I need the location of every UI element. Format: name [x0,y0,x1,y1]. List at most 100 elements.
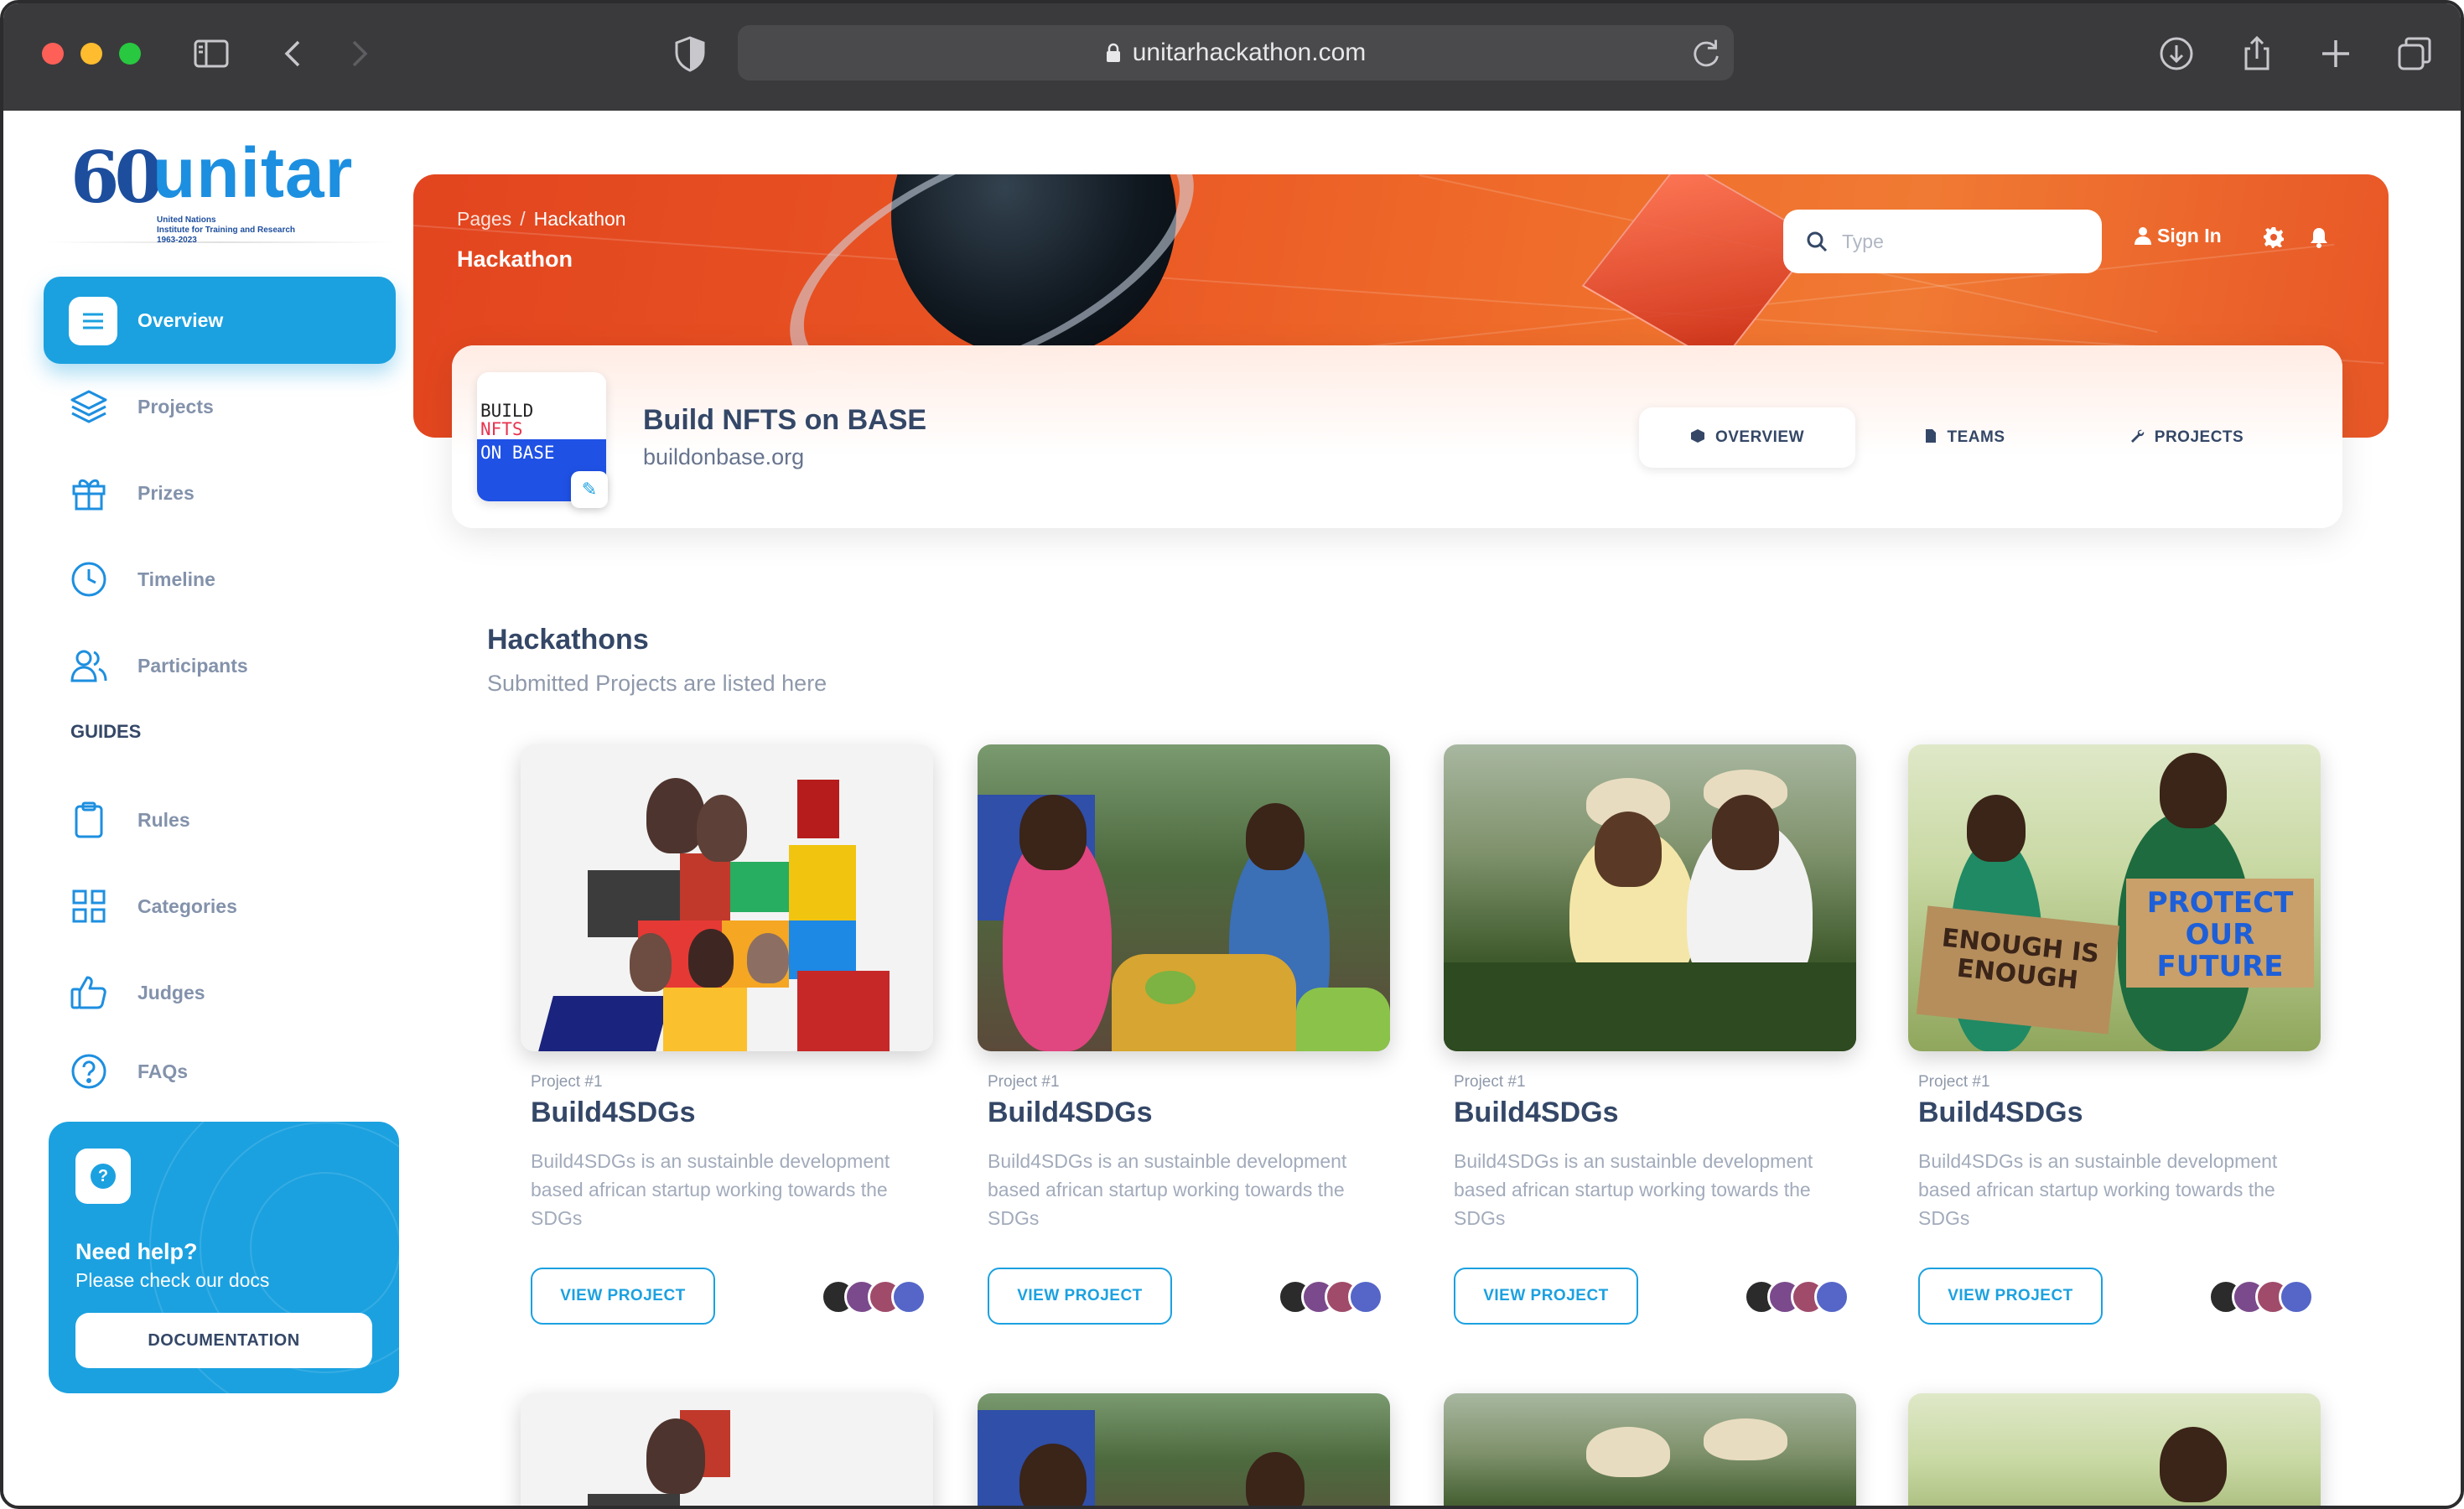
project-title: Build4SDGs [1918,1097,2083,1128]
documentation-button[interactable]: DOCUMENTATION [75,1313,372,1368]
avatar-text-line: ON BASE [480,443,555,463]
clock-icon [69,559,109,599]
hackathon-name: Build NFTS on BASE [643,404,927,436]
grid-icon [69,886,109,926]
breadcrumb-pages[interactable]: Pages [457,208,511,230]
help-icon-glyph: ? [91,1164,116,1189]
hackathon-url[interactable]: buildonbase.org [643,444,804,470]
search-box[interactable] [1783,210,2102,273]
shield-icon[interactable] [670,34,710,74]
maximize-window-button[interactable] [119,43,141,65]
back-icon[interactable] [273,34,314,74]
sidebar-item-prizes[interactable]: Prizes [44,449,396,537]
view-project-button[interactable]: VIEW PROJECT [1454,1268,1638,1325]
project-card [978,1393,1390,1506]
sidebar-item-label: FAQs [137,1060,189,1082]
question-icon [69,1051,109,1092]
project-card: Project #1 Build4SDGs Build4SDGs is an s… [521,744,933,1365]
sidebar-item-faqs[interactable]: FAQs [44,1028,396,1115]
guides-section-title: GUIDES [70,721,142,742]
edit-avatar-button[interactable]: ✎ [571,471,608,508]
search-input[interactable] [1842,210,2085,273]
project-thumbnail[interactable] [1908,1393,2321,1506]
project-card: Project #1 Build4SDGs Build4SDGs is an s… [978,744,1390,1365]
project-description: Build4SDGs is an sustainble development … [1918,1150,2278,1229]
browser-toolbar: unitarhackathon.com [3,3,2461,111]
sidebar-item-label: Participants [137,655,248,677]
project-title: Build4SDGs [988,1097,1153,1128]
project-kicker: Project #1 [1454,1073,1526,1091]
share-icon[interactable] [2237,34,2277,74]
project-thumbnail[interactable] [1444,744,1856,1051]
project-thumbnail[interactable] [978,744,1390,1051]
unitar-logo[interactable]: 60 unitar United Nations Institute for T… [70,133,352,245]
list-icon [69,297,117,345]
help-icon: ? [75,1149,131,1204]
cube-icon [1690,429,1704,443]
avatar [2279,1279,2314,1315]
sidebar-item-judges[interactable]: Judges [44,949,396,1036]
tab-projects[interactable]: PROJECTS [2072,407,2301,468]
project-title: Build4SDGs [1454,1097,1619,1128]
address-bar[interactable]: unitarhackathon.com [738,25,1734,80]
user-icon [2135,227,2151,245]
gear-icon[interactable] [2263,226,2285,248]
close-window-button[interactable] [42,43,64,65]
reload-icon[interactable] [1687,34,1725,72]
tab-label: PROJECTS [2154,428,2244,446]
tab-label: OVERVIEW [1714,428,1805,446]
sidebar-item-projects[interactable]: Projects [44,363,396,450]
tab-teams[interactable]: TEAMS [1855,407,2072,468]
project-description: Build4SDGs is an sustainble development … [988,1150,1347,1229]
profile-tabs: OVERVIEW TEAMS PROJECTS [1639,407,2301,468]
sidebar-item-label: Overview [137,309,224,331]
project-thumbnail[interactable]: ENOUGH IS ENOUGH PROTECT OUR FUTURE [1908,744,2321,1051]
view-project-button[interactable]: VIEW PROJECT [531,1268,715,1325]
project-thumbnail[interactable] [521,744,933,1051]
logo-anniversary-number: 60 [70,136,163,219]
tab-overview[interactable]: OVERVIEW [1639,407,1855,468]
project-kicker: Project #1 [531,1073,603,1091]
search-icon [1805,230,1829,253]
sidebar-item-label: Prizes [137,482,195,504]
page-title: Hackathon [457,246,573,272]
sidebar-toggle-icon[interactable] [191,34,231,74]
download-icon[interactable] [2156,34,2197,74]
view-project-button[interactable]: VIEW PROJECT [988,1268,1172,1325]
avatar [1348,1279,1383,1315]
sidebar-divider [44,241,396,243]
project-thumbnail[interactable] [978,1393,1390,1506]
project-thumbnail[interactable] [1444,1393,1856,1506]
tab-label: TEAMS [1947,428,2005,446]
project-title: Build4SDGs [531,1097,696,1128]
view-project-button[interactable]: VIEW PROJECT [1918,1268,2103,1325]
help-card: ? Need help? Please check our docs DOCUM… [49,1122,399,1393]
project-card: Project #1 Build4SDGs Build4SDGs is an s… [1444,744,1856,1365]
new-tab-icon[interactable] [2316,34,2356,74]
bell-icon[interactable] [2308,226,2330,248]
project-thumbnail[interactable] [521,1393,933,1506]
sidebar-item-categories[interactable]: Categories [44,863,396,950]
project-card [521,1393,933,1506]
sidebar-item-overview[interactable]: Overview [44,277,396,364]
team-avatars[interactable] [1278,1279,1387,1316]
project-card [1908,1393,2321,1506]
avatar [891,1279,926,1315]
sidebar-item-timeline[interactable]: Timeline [44,536,396,623]
users-icon [69,646,109,686]
section-title: Hackathons [487,624,649,656]
hackathon-profile-card: BUILD NFTS ON BASE ✎ Build NFTS on BASE … [452,345,2342,528]
layers-icon [69,386,109,427]
tabs-overview-icon[interactable] [2394,34,2435,74]
project-description: Build4SDGs is an sustainble development … [1454,1150,1813,1229]
sidebar-item-participants[interactable]: Participants [44,622,396,709]
sidebar-item-rules[interactable]: Rules [44,776,396,863]
forward-icon[interactable] [339,34,379,74]
project-kicker: Project #1 [1918,1073,1990,1091]
team-avatars[interactable] [2208,1279,2317,1316]
team-avatars[interactable] [821,1279,930,1316]
breadcrumb-separator: / [520,208,526,230]
minimize-window-button[interactable] [80,43,102,65]
team-avatars[interactable] [1744,1279,1853,1316]
sign-in-link[interactable]: Sign In [2134,225,2222,247]
